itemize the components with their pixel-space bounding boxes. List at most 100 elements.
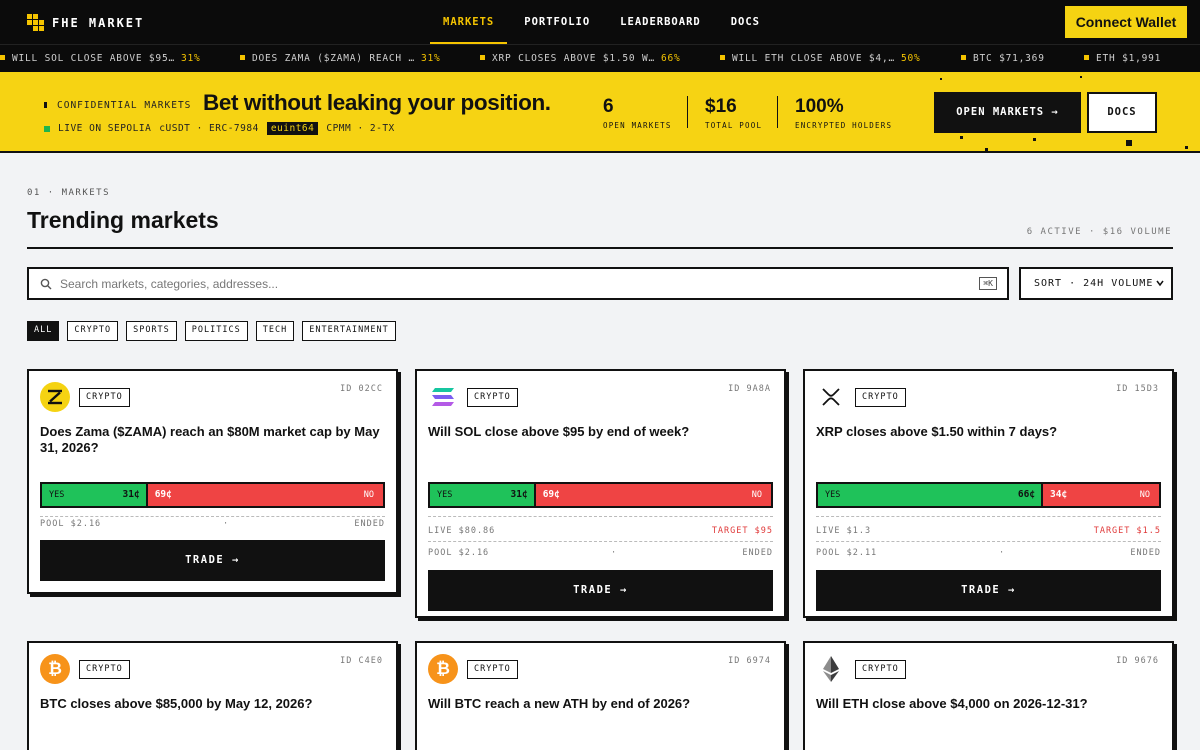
market-card[interactable]: CRYPTO ID 9A8A Will SOL close above $95 … bbox=[415, 369, 786, 618]
decor-dot bbox=[1126, 140, 1132, 146]
ticker-item[interactable]: WILL SOL CLOSE ABOVE $95… 31% bbox=[0, 45, 201, 72]
divider bbox=[816, 541, 1161, 542]
decor-dot bbox=[1080, 76, 1082, 78]
ticker-text: BTC $71,369 bbox=[973, 53, 1045, 64]
shortcut-hint: ⌘K bbox=[979, 277, 997, 290]
pool-amount: POOL $2.16 bbox=[428, 548, 490, 558]
ticker-pct: 31% bbox=[421, 53, 441, 64]
category-tag: CRYPTO bbox=[79, 388, 130, 407]
nav-leaderboard[interactable]: LEADERBOARD bbox=[607, 0, 714, 44]
decor-dot bbox=[940, 78, 942, 80]
market-question: XRP closes above $1.50 within 7 days? bbox=[816, 424, 1058, 439]
ticker-square-icon bbox=[961, 55, 966, 60]
yes-segment[interactable]: YES 31¢ bbox=[430, 484, 536, 506]
filter-entertainment[interactable]: ENTERTAINMENT bbox=[302, 321, 396, 341]
pool-row: POOL $2.16 · ENDED bbox=[428, 548, 773, 558]
category-tag: CRYPTO bbox=[467, 388, 518, 407]
divider bbox=[428, 541, 773, 542]
stat-label: OPEN MARKETS bbox=[603, 121, 672, 130]
live-network: LIVE ON SEPOLIA bbox=[58, 123, 152, 134]
separator-dot: · bbox=[223, 519, 230, 529]
filter-all[interactable]: ALL bbox=[27, 321, 60, 341]
stat-divider bbox=[777, 96, 778, 128]
no-segment[interactable]: 69¢ NO bbox=[147, 484, 383, 506]
ethereum-logo-icon bbox=[816, 654, 846, 684]
filter-politics[interactable]: POLITICS bbox=[184, 321, 248, 341]
network-info: LIVE ON SEPOLIA cUSDT · ERC-7984 euint64… bbox=[44, 122, 395, 135]
trade-button[interactable]: TRADE → bbox=[816, 570, 1161, 611]
pool-row: POOL $2.11 · ENDED bbox=[816, 548, 1161, 558]
divider bbox=[428, 516, 773, 517]
nav-markets[interactable]: MARKETS bbox=[430, 0, 508, 44]
ticker-item[interactable]: ETH $1,991 bbox=[1084, 45, 1161, 72]
market-id: ID 02CC bbox=[340, 384, 383, 394]
odds-bar[interactable]: YES 66¢ 34¢ NO bbox=[816, 482, 1161, 508]
category-tag: CRYPTO bbox=[855, 660, 906, 679]
market-question: Will ETH close above $4,000 on 2026-12-3… bbox=[816, 696, 1088, 711]
market-status: ENDED bbox=[354, 519, 385, 529]
open-markets-button[interactable]: OPEN MARKETS → bbox=[934, 92, 1081, 133]
ticker-item[interactable]: DOES ZAMA ($ZAMA) REACH … 31% bbox=[240, 45, 441, 72]
live-price: LIVE $1.3 bbox=[816, 526, 872, 536]
market-card[interactable]: CRYPTO ID 02CC Does Zama ($ZAMA) reach a… bbox=[27, 369, 398, 594]
live-price: LIVE $80.86 bbox=[428, 526, 496, 536]
brand-logo-icon bbox=[27, 14, 44, 31]
pool-amount: POOL $2.16 bbox=[40, 519, 102, 529]
market-card[interactable]: CRYPTO ID 15D3 XRP closes above $1.50 wi… bbox=[803, 369, 1174, 618]
market-question: Will BTC reach a new ATH by end of 2026? bbox=[428, 696, 691, 711]
odds-bar[interactable]: YES 31¢ 69¢ NO bbox=[40, 482, 385, 508]
market-id: ID 15D3 bbox=[1116, 384, 1159, 394]
market-status: ENDED bbox=[1130, 548, 1161, 558]
price-row: LIVE $1.3 TARGET $1.5 bbox=[816, 526, 1161, 536]
ticker-square-icon bbox=[720, 55, 725, 60]
odds-bar[interactable]: YES 31¢ 69¢ NO bbox=[428, 482, 773, 508]
hero-title: Bet without leaking your position. bbox=[203, 90, 551, 115]
section-meta: 6 ACTIVE · $16 VOLUME bbox=[1026, 227, 1172, 237]
no-segment[interactable]: 69¢ NO bbox=[535, 484, 771, 506]
ticker-item[interactable]: BTC $71,369 bbox=[961, 45, 1045, 72]
brand[interactable]: FHE MARKET bbox=[27, 14, 144, 31]
nav-docs[interactable]: DOCS bbox=[718, 0, 773, 44]
trade-button[interactable]: TRADE → bbox=[40, 540, 385, 581]
zama-logo-icon bbox=[40, 382, 70, 412]
market-card[interactable]: ₿ CRYPTO ID C4E0 BTC closes above $85,00… bbox=[27, 641, 398, 750]
pool-amount: POOL $2.11 bbox=[816, 548, 878, 558]
stat-value: 6 bbox=[603, 96, 614, 117]
encryption-badge: euint64 bbox=[266, 122, 319, 135]
ticker-square-icon bbox=[480, 55, 485, 60]
yes-segment[interactable]: YES 66¢ bbox=[818, 484, 1044, 506]
ticker-pct: 50% bbox=[901, 53, 921, 64]
hero-banner: CONFIDENTIAL MARKETS Bet without leaking… bbox=[0, 72, 1200, 153]
top-nav: FHE MARKET MARKETS PORTFOLIO LEADERBOARD… bbox=[0, 0, 1200, 44]
sort-select[interactable]: SORT · 24H VOLUME bbox=[1019, 267, 1173, 300]
main-nav: MARKETS PORTFOLIO LEADERBOARD DOCS bbox=[430, 0, 773, 44]
docs-button[interactable]: DOCS bbox=[1087, 92, 1157, 133]
market-question: BTC closes above $85,000 by May 12, 2026… bbox=[40, 696, 313, 711]
bitcoin-logo-icon: ₿ bbox=[428, 654, 458, 684]
filter-tech[interactable]: TECH bbox=[255, 321, 295, 341]
chevron-down-icon bbox=[1156, 280, 1164, 287]
yes-label: YES bbox=[49, 490, 65, 500]
stat-divider bbox=[687, 96, 688, 128]
search-input[interactable] bbox=[60, 276, 940, 291]
hero-kicker-text: CONFIDENTIAL MARKETS bbox=[57, 100, 192, 111]
trade-button[interactable]: TRADE → bbox=[428, 570, 773, 611]
stat-total-pool: $16 TOTAL POOL bbox=[705, 96, 762, 130]
stat-encrypted: 100% ENCRYPTED HOLDERS bbox=[795, 96, 892, 130]
connect-wallet-button[interactable]: Connect Wallet bbox=[1065, 6, 1187, 38]
no-segment[interactable]: 34¢ NO bbox=[1043, 484, 1159, 506]
ticker-item[interactable]: XRP CLOSES ABOVE $1.50 W… 66% bbox=[480, 45, 681, 72]
ticker-item[interactable]: WILL ETH CLOSE ABOVE $4,… 50% bbox=[720, 45, 921, 72]
ticker-text: DOES ZAMA ($ZAMA) REACH … bbox=[252, 53, 415, 64]
nav-portfolio[interactable]: PORTFOLIO bbox=[511, 0, 603, 44]
stat-value: $16 bbox=[705, 96, 737, 117]
price-row: LIVE $80.86 TARGET $95 bbox=[428, 526, 773, 536]
hero-kicker: CONFIDENTIAL MARKETS bbox=[44, 100, 191, 111]
filter-crypto[interactable]: CRYPTO bbox=[67, 321, 119, 341]
yes-segment[interactable]: YES 31¢ bbox=[42, 484, 148, 506]
separator-dot: · bbox=[611, 548, 618, 558]
filter-sports[interactable]: SPORTS bbox=[126, 321, 177, 341]
category-tag: CRYPTO bbox=[855, 388, 906, 407]
market-card[interactable]: CRYPTO ID 9676 Will ETH close above $4,0… bbox=[803, 641, 1174, 750]
market-card[interactable]: ₿ CRYPTO ID 6974 Will BTC reach a new AT… bbox=[415, 641, 786, 750]
